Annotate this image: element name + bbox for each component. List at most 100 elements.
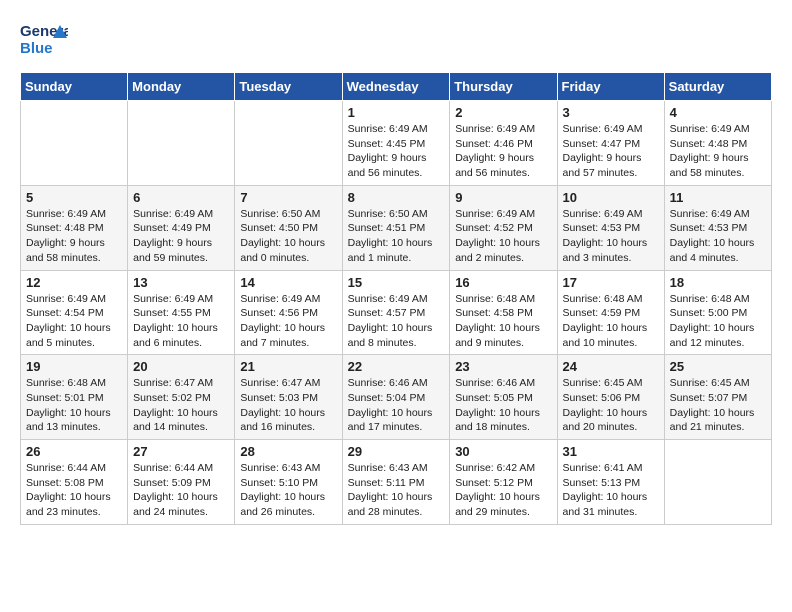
calendar-cell: 21 Sunrise: 6:47 AMSunset: 5:03 PMDayligh… bbox=[235, 355, 342, 440]
calendar-cell: 13 Sunrise: 6:49 AMSunset: 4:55 PMDayligh… bbox=[128, 270, 235, 355]
svg-text:Blue: Blue bbox=[20, 40, 53, 57]
day-number: 21 bbox=[240, 359, 336, 374]
day-number: 12 bbox=[26, 275, 122, 290]
calendar-cell: 17 Sunrise: 6:48 AMSunset: 4:59 PMDayligh… bbox=[557, 270, 664, 355]
weekday-header-row: SundayMondayTuesdayWednesdayThursdayFrid… bbox=[21, 73, 772, 101]
calendar-cell: 25 Sunrise: 6:45 AMSunset: 5:07 PMDayligh… bbox=[664, 355, 771, 440]
week-row-2: 5Sunrise: 6:49 AMSunset: 4:48 PMDaylight… bbox=[21, 185, 772, 270]
day-info: Sunrise: 6:47 AMSunset: 5:02 PMDaylight:… bbox=[133, 376, 229, 435]
calendar-cell: 23Sunrise: 6:46 AMSunset: 5:05 PMDayligh… bbox=[450, 355, 557, 440]
day-number: 4 bbox=[670, 105, 766, 120]
weekday-header-saturday: Saturday bbox=[664, 73, 771, 101]
week-row-5: 26 Sunrise: 6:44 AMSunset: 5:08 PMDayligh… bbox=[21, 440, 772, 525]
weekday-header-monday: Monday bbox=[128, 73, 235, 101]
weekday-header-friday: Friday bbox=[557, 73, 664, 101]
calendar-cell: 26 Sunrise: 6:44 AMSunset: 5:08 PMDayligh… bbox=[21, 440, 128, 525]
week-row-3: 12 Sunrise: 6:49 AMSunset: 4:54 PMDayligh… bbox=[21, 270, 772, 355]
weekday-header-thursday: Thursday bbox=[450, 73, 557, 101]
day-info: Sunrise: 6:44 AMSunset: 5:09 PMDaylight:… bbox=[133, 461, 229, 520]
day-info: Sunrise: 6:49 AMSunset: 4:54 PMDaylight:… bbox=[26, 292, 122, 351]
day-info: Sunrise: 6:45 AMSunset: 5:06 PMDaylight:… bbox=[563, 376, 659, 435]
day-number: 15 bbox=[348, 275, 445, 290]
day-number: 16 bbox=[455, 275, 551, 290]
logo: General Blue bbox=[20, 20, 68, 62]
calendar-cell bbox=[128, 101, 235, 186]
logo-svg: General Blue bbox=[20, 20, 68, 62]
day-number: 8 bbox=[348, 190, 445, 205]
day-number: 9 bbox=[455, 190, 551, 205]
day-number: 18 bbox=[670, 275, 766, 290]
day-info: Sunrise: 6:49 AMSunset: 4:48 PMDaylight:… bbox=[670, 122, 766, 181]
calendar-cell: 7Sunrise: 6:50 AMSunset: 4:50 PMDaylight… bbox=[235, 185, 342, 270]
day-number: 3 bbox=[563, 105, 659, 120]
day-number: 23 bbox=[455, 359, 551, 374]
day-info: Sunrise: 6:45 AMSunset: 5:07 PMDaylight:… bbox=[670, 376, 766, 435]
day-info: Sunrise: 6:48 AMSunset: 5:00 PMDaylight:… bbox=[670, 292, 766, 351]
day-info: Sunrise: 6:49 AMSunset: 4:55 PMDaylight:… bbox=[133, 292, 229, 351]
calendar-cell: 30Sunrise: 6:42 AMSunset: 5:12 PMDayligh… bbox=[450, 440, 557, 525]
week-row-4: 19 Sunrise: 6:48 AMSunset: 5:01 PMDayligh… bbox=[21, 355, 772, 440]
day-info: Sunrise: 6:49 AMSunset: 4:56 PMDaylight:… bbox=[240, 292, 336, 351]
day-info: Sunrise: 6:48 AMSunset: 5:01 PMDaylight:… bbox=[26, 376, 122, 435]
day-info: Sunrise: 6:43 AMSunset: 5:10 PMDaylight:… bbox=[240, 461, 336, 520]
calendar-cell: 20 Sunrise: 6:47 AMSunset: 5:02 PMDayligh… bbox=[128, 355, 235, 440]
day-number: 25 bbox=[670, 359, 766, 374]
day-info: Sunrise: 6:50 AMSunset: 4:50 PMDaylight:… bbox=[240, 207, 336, 266]
day-number: 17 bbox=[563, 275, 659, 290]
day-number: 6 bbox=[133, 190, 229, 205]
day-number: 30 bbox=[455, 444, 551, 459]
day-info: Sunrise: 6:43 AMSunset: 5:11 PMDaylight:… bbox=[348, 461, 445, 520]
calendar-cell: 15 Sunrise: 6:49 AMSunset: 4:57 PMDayligh… bbox=[342, 270, 450, 355]
day-info: Sunrise: 6:41 AMSunset: 5:13 PMDaylight:… bbox=[563, 461, 659, 520]
calendar-cell: 22 Sunrise: 6:46 AMSunset: 5:04 PMDayligh… bbox=[342, 355, 450, 440]
day-number: 26 bbox=[26, 444, 122, 459]
calendar-cell: 8 Sunrise: 6:50 AMSunset: 4:51 PMDaylight… bbox=[342, 185, 450, 270]
day-number: 5 bbox=[26, 190, 122, 205]
day-number: 13 bbox=[133, 275, 229, 290]
day-number: 1 bbox=[348, 105, 445, 120]
weekday-header-sunday: Sunday bbox=[21, 73, 128, 101]
day-info: Sunrise: 6:49 AMSunset: 4:46 PMDaylight:… bbox=[455, 122, 551, 181]
day-number: 24 bbox=[563, 359, 659, 374]
day-info: Sunrise: 6:48 AMSunset: 4:58 PMDaylight:… bbox=[455, 292, 551, 351]
calendar-table: SundayMondayTuesdayWednesdayThursdayFrid… bbox=[20, 72, 772, 525]
calendar-cell: 24 Sunrise: 6:45 AMSunset: 5:06 PMDayligh… bbox=[557, 355, 664, 440]
calendar-cell: 27 Sunrise: 6:44 AMSunset: 5:09 PMDayligh… bbox=[128, 440, 235, 525]
day-info: Sunrise: 6:49 AMSunset: 4:45 PMDaylight:… bbox=[348, 122, 445, 181]
calendar-cell: 18 Sunrise: 6:48 AMSunset: 5:00 PMDayligh… bbox=[664, 270, 771, 355]
calendar-cell: 29 Sunrise: 6:43 AMSunset: 5:11 PMDayligh… bbox=[342, 440, 450, 525]
calendar-cell: 4 Sunrise: 6:49 AMSunset: 4:48 PMDaylight… bbox=[664, 101, 771, 186]
calendar-cell: 5Sunrise: 6:49 AMSunset: 4:48 PMDaylight… bbox=[21, 185, 128, 270]
calendar-cell: 2Sunrise: 6:49 AMSunset: 4:46 PMDaylight… bbox=[450, 101, 557, 186]
day-number: 28 bbox=[240, 444, 336, 459]
day-number: 29 bbox=[348, 444, 445, 459]
day-number: 27 bbox=[133, 444, 229, 459]
day-number: 10 bbox=[563, 190, 659, 205]
day-info: Sunrise: 6:46 AMSunset: 5:04 PMDaylight:… bbox=[348, 376, 445, 435]
day-info: Sunrise: 6:49 AMSunset: 4:57 PMDaylight:… bbox=[348, 292, 445, 351]
weekday-header-tuesday: Tuesday bbox=[235, 73, 342, 101]
day-info: Sunrise: 6:49 AMSunset: 4:52 PMDaylight:… bbox=[455, 207, 551, 266]
calendar-cell bbox=[235, 101, 342, 186]
calendar-cell bbox=[21, 101, 128, 186]
day-info: Sunrise: 6:48 AMSunset: 4:59 PMDaylight:… bbox=[563, 292, 659, 351]
day-number: 14 bbox=[240, 275, 336, 290]
calendar-cell: 10Sunrise: 6:49 AMSunset: 4:53 PMDayligh… bbox=[557, 185, 664, 270]
calendar-cell: 14 Sunrise: 6:49 AMSunset: 4:56 PMDayligh… bbox=[235, 270, 342, 355]
weekday-header-wednesday: Wednesday bbox=[342, 73, 450, 101]
day-info: Sunrise: 6:49 AMSunset: 4:53 PMDaylight:… bbox=[670, 207, 766, 266]
calendar-cell: 1 Sunrise: 6:49 AMSunset: 4:45 PMDaylight… bbox=[342, 101, 450, 186]
day-info: Sunrise: 6:47 AMSunset: 5:03 PMDaylight:… bbox=[240, 376, 336, 435]
calendar-cell: 6 Sunrise: 6:49 AMSunset: 4:49 PMDaylight… bbox=[128, 185, 235, 270]
day-number: 31 bbox=[563, 444, 659, 459]
day-number: 19 bbox=[26, 359, 122, 374]
day-number: 22 bbox=[348, 359, 445, 374]
calendar-cell: 28 Sunrise: 6:43 AMSunset: 5:10 PMDayligh… bbox=[235, 440, 342, 525]
day-info: Sunrise: 6:50 AMSunset: 4:51 PMDaylight:… bbox=[348, 207, 445, 266]
day-number: 20 bbox=[133, 359, 229, 374]
day-info: Sunrise: 6:49 AMSunset: 4:49 PMDaylight:… bbox=[133, 207, 229, 266]
day-info: Sunrise: 6:49 AMSunset: 4:47 PMDaylight:… bbox=[563, 122, 659, 181]
calendar-cell: 16 Sunrise: 6:48 AMSunset: 4:58 PMDayligh… bbox=[450, 270, 557, 355]
day-number: 11 bbox=[670, 190, 766, 205]
day-info: Sunrise: 6:44 AMSunset: 5:08 PMDaylight:… bbox=[26, 461, 122, 520]
